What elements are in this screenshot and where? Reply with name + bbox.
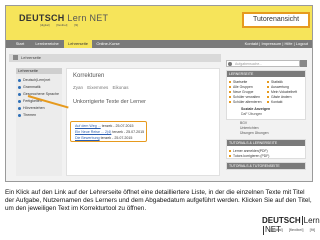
social-ad-3[interactable]: Unterrichten bbox=[240, 126, 258, 130]
box1-link-1[interactable]: Startseite bbox=[229, 80, 247, 84]
bullet-icon bbox=[18, 113, 21, 117]
footer-logo-sub-1: [digital] bbox=[270, 227, 283, 232]
text-entry: Die Bewerbung tenzek - 25.07.2015 bbox=[75, 136, 133, 140]
text-entry: Auf dem Weg ... tenzek - 25.07.2015 bbox=[75, 124, 134, 128]
text-entry: Ein Neue Reise ... 2(4) tenzek - 25.07.2… bbox=[75, 130, 145, 134]
search-button[interactable] bbox=[300, 60, 307, 67]
box1-link-7[interactable]: Auswertung bbox=[267, 85, 289, 89]
tutorial-link-1[interactable]: Lerner anmelden(PDF) bbox=[229, 149, 268, 153]
tutor-view-badge: Tutorenansicht bbox=[242, 12, 310, 28]
left-sidebar: Lehrerseite Deutsch|Lern|net Grammatik G… bbox=[16, 68, 62, 176]
text-entry-date: 25.07.2015 bbox=[126, 130, 145, 134]
main-nav: Start Lernbereiche Lehrerseite Online-Ku… bbox=[6, 40, 312, 48]
logo-word-deutsch: DEUTSCH bbox=[19, 13, 65, 23]
logo-sub-1: [digital] bbox=[40, 23, 50, 27]
logo-word-net: NET bbox=[89, 13, 109, 23]
learner-page-box: LERNERSEITE Startseite Alle Gruppen Neue… bbox=[226, 70, 306, 120]
left-item-3[interactable]: Gesprochene Sprache bbox=[18, 92, 59, 96]
left-item-label: Grammatik bbox=[23, 85, 41, 89]
footer-logo-subtitle: [digital] [flexibel] [fit] bbox=[270, 227, 320, 232]
bullet-icon bbox=[18, 106, 21, 110]
text-entry-link[interactable]: Auf dem Weg ... bbox=[75, 124, 101, 128]
corrections-heading: Korrekturen bbox=[73, 73, 105, 79]
box1-link-8[interactable]: Mein Vokabelheft bbox=[267, 90, 297, 94]
box1-link-2[interactable]: Alle Gruppen bbox=[229, 85, 253, 89]
text-entry-user: tenzek bbox=[100, 136, 112, 140]
logo-sub-2: [flexibel] bbox=[56, 23, 68, 27]
social-ad-1[interactable]: DaF Übungen bbox=[241, 112, 262, 116]
box1-link-3[interactable]: Neue Gruppe bbox=[229, 90, 253, 94]
left-item-label: Hörverstehen bbox=[23, 106, 45, 110]
instruction-caption: Ein Klick auf den Link auf der Lehrersei… bbox=[5, 189, 312, 212]
learner-tutorials-box: TUTORIALS & LERNERSEITE Lerner anmelden(… bbox=[226, 139, 306, 159]
footer-logo-deutsch: DEUTSCH bbox=[262, 216, 301, 225]
tutor-tutorials-title: TUTORIALS & TUTORENSEITE bbox=[227, 163, 305, 169]
left-item-label: Deutsch|Lern|net bbox=[23, 78, 51, 82]
learner-page-title: LERNERSEITE bbox=[227, 71, 305, 77]
nav-lehrerseite[interactable]: Lehrerseite bbox=[64, 40, 92, 48]
text-entry-date: 25.07.2015 bbox=[114, 136, 133, 140]
left-item-5[interactable]: Hörverstehen bbox=[18, 106, 45, 110]
main-content: Korrekturen Zyan Eixemmes Eikonas Unkorr… bbox=[66, 68, 220, 176]
breadcrumb-bar: Lehrerseite bbox=[9, 54, 221, 62]
tutorial-link-2[interactable]: Tutors korrigieren (PDF) bbox=[229, 154, 269, 158]
text-entry-date: 25.07.2015 bbox=[115, 124, 134, 128]
social-ad-4[interactable]: Übungen Übungen bbox=[240, 131, 268, 135]
home-icon[interactable] bbox=[13, 55, 18, 60]
task-search-input[interactable]: Aufgabensuche... bbox=[226, 60, 300, 67]
text-entry-user: tenzek bbox=[101, 124, 113, 128]
breadcrumb[interactable]: Lehrerseite bbox=[21, 54, 41, 62]
box1-link-4[interactable]: Schüler verwalten bbox=[229, 95, 260, 99]
logo-sub-3: [fit] bbox=[74, 23, 79, 27]
bullet-icon bbox=[18, 78, 21, 82]
nav-lernbereiche[interactable]: Lernbereiche bbox=[32, 40, 62, 48]
box1-link-5[interactable]: Schüler alternieren bbox=[229, 100, 261, 104]
text-entry-link[interactable]: Die Bewerbung bbox=[75, 136, 100, 140]
bullet-icon bbox=[18, 92, 21, 96]
search-icon bbox=[228, 62, 232, 66]
bullet-icon bbox=[18, 85, 21, 89]
corrections-tabs[interactable]: Zyan Eixemmes Eikonas bbox=[73, 85, 129, 90]
learner-tutorials-title: TUTORIALS & LERNERSEITE bbox=[227, 140, 305, 146]
footer-logo-lern: Lern bbox=[303, 216, 320, 225]
text-entry-link[interactable]: Ein Neue Reise ... 2(4) bbox=[75, 130, 111, 134]
social-ads-heading: Soziale Anzeigen bbox=[241, 107, 271, 111]
right-sidebar: Aufgabensuche... LERNERSEITE Startseite … bbox=[224, 56, 308, 178]
left-item-2[interactable]: Grammatik bbox=[18, 85, 41, 89]
tutor-tutorials-box: TUTORIALS & TUTORENSEITE bbox=[226, 162, 306, 170]
app-screenshot: DEUTSCH Lern NET [digital] [flexibel] [f… bbox=[5, 5, 313, 182]
logo-word-lern: Lern bbox=[67, 13, 87, 23]
bullet-icon bbox=[18, 99, 21, 103]
nav-online-kurse[interactable]: Online-Kurse bbox=[94, 40, 122, 48]
logo-separator bbox=[263, 225, 264, 235]
left-item-label: Themen bbox=[23, 113, 37, 117]
social-ad-2[interactable]: BGV bbox=[240, 121, 247, 125]
site-logo[interactable]: DEUTSCH Lern NET bbox=[19, 13, 108, 23]
left-item-6[interactable]: Themen bbox=[18, 113, 36, 117]
box1-link-10[interactable]: Kontakt bbox=[267, 100, 283, 104]
text-entry-user: tenzek bbox=[112, 130, 123, 134]
logo-separator bbox=[301, 216, 303, 226]
box1-link-9[interactable]: Gäste ändern bbox=[267, 95, 292, 99]
left-item-1[interactable]: Deutsch|Lern|net bbox=[18, 78, 50, 82]
footer-logo-sub-3: [fit] bbox=[309, 227, 315, 232]
logo-subtitle: [digital] [flexibel] [fit] bbox=[40, 23, 84, 27]
nav-start[interactable]: Start bbox=[10, 40, 30, 48]
left-sidebar-title: Lehrerseite bbox=[16, 68, 62, 74]
box1-link-6[interactable]: Statistik bbox=[267, 80, 283, 84]
header: DEUTSCH Lern NET [digital] [flexibel] [f… bbox=[6, 6, 312, 40]
uncorrected-texts-heading: Unkorrigierte Texte der Lerner bbox=[73, 99, 146, 105]
footer-logo-sub-2: [flexibel] bbox=[288, 227, 304, 232]
nav-utility-links[interactable]: Kontakt | Impressum | Hilfe | Logout bbox=[245, 40, 308, 48]
